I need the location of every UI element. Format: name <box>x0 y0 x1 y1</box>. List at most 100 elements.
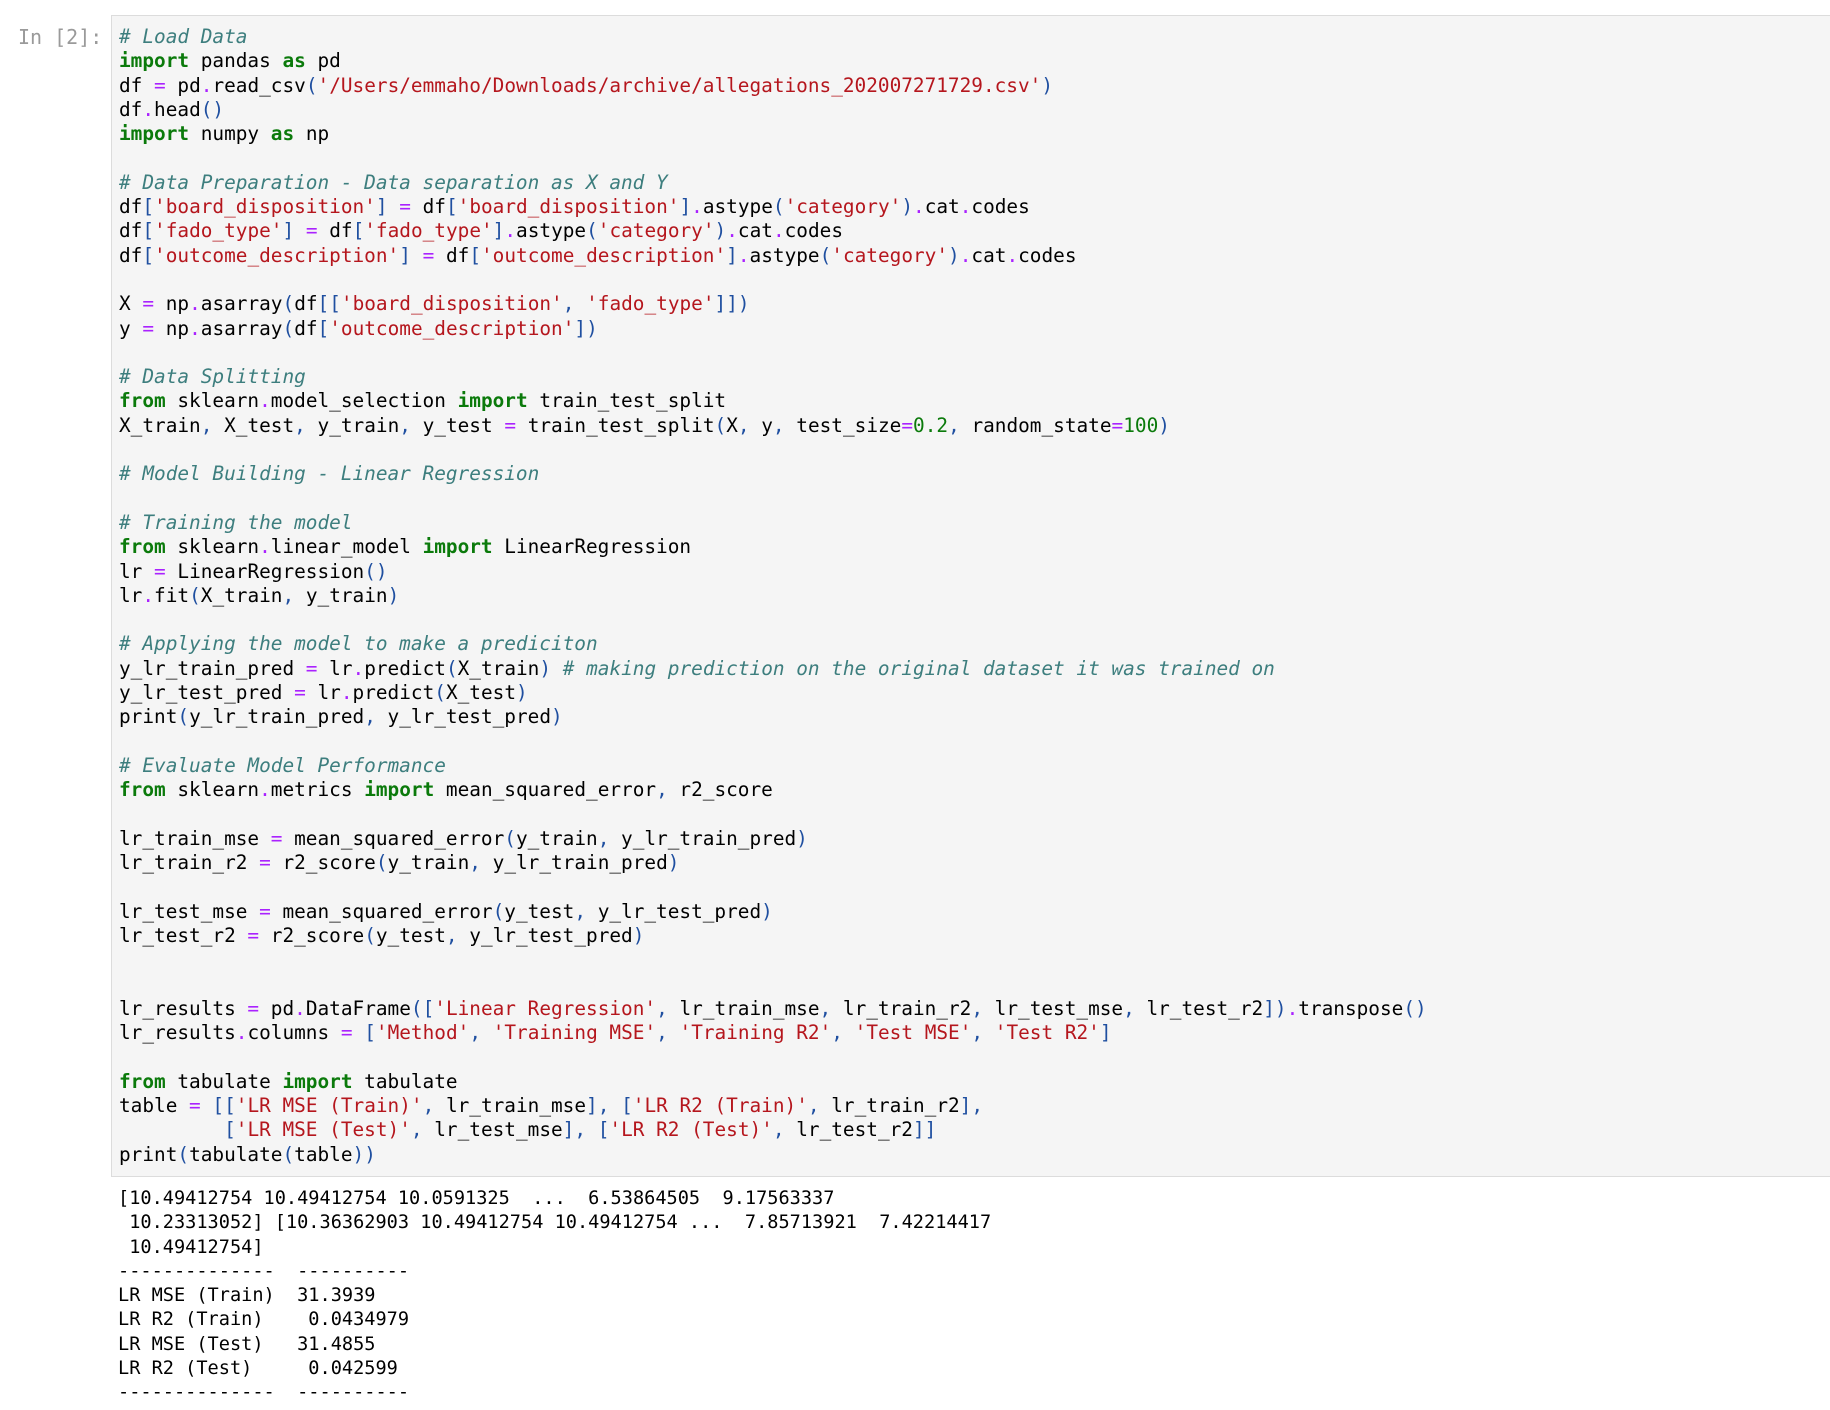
code-token: . <box>259 389 271 413</box>
code-line: lr_results = pd.DataFrame(['Linear Regre… <box>119 997 1427 1021</box>
code-token: ( <box>434 681 446 705</box>
code-token: . <box>340 681 353 705</box>
code-token: y_lr_test_pred <box>586 899 762 923</box>
code-token: y_train <box>515 826 598 850</box>
code-token: . <box>959 195 972 219</box>
code-line: # Evaluate Model Performance <box>119 754 1427 778</box>
code-line: X = np.asarray(df[['board_disposition', … <box>119 292 1427 316</box>
code-token: df <box>119 73 155 97</box>
code-token: ) <box>1041 73 1054 97</box>
code-token: codes <box>1018 243 1077 267</box>
code-token: 'board_disposition' <box>457 195 680 219</box>
output-line: -------------- ---------- <box>118 1382 410 1404</box>
code-token: metrics <box>270 778 365 802</box>
code-token: 0.2 <box>913 413 949 437</box>
code-token: 'LR MSE (Train)' <box>235 1094 423 1118</box>
code-token: y_test <box>375 923 446 947</box>
code-line: # Training the model <box>119 511 1427 535</box>
code-token: 'fado_type' <box>364 219 493 243</box>
code-line: table = [['LR MSE (Train)', lr_train_mse… <box>119 1094 1427 1118</box>
code-token: from <box>119 389 166 413</box>
code-token: asarray <box>200 292 283 316</box>
code-token: import <box>457 389 528 413</box>
code-token: . <box>294 996 306 1020</box>
code-token: = <box>189 1094 201 1118</box>
code-token: import <box>119 49 190 73</box>
code-line: df['outcome_description'] = df['outcome_… <box>119 244 1427 268</box>
code-token: [ <box>142 243 155 267</box>
code-token: = <box>1111 413 1124 437</box>
code-token: , <box>597 826 610 850</box>
code-token: . <box>189 292 201 316</box>
output-line: 10.23313052] [10.36362903 10.49412754 10… <box>118 1212 992 1234</box>
code-token: = <box>259 851 271 875</box>
code-editor[interactable]: # Load Data import pandas as pd df = pd.re… <box>119 25 1427 1167</box>
code-token: , <box>971 1021 984 1045</box>
code-token: ( <box>282 316 295 340</box>
code-token: [ <box>142 219 155 243</box>
code-token: ], <box>959 1094 984 1118</box>
code-token: lr_test_mse <box>422 1118 563 1142</box>
output-line: LR R2 (Train) 0.0434979 <box>118 1309 410 1331</box>
code-token: [ <box>469 243 481 267</box>
input-prompt: In [2]: <box>18 25 103 49</box>
code-token: , <box>656 778 668 802</box>
code-token: ) <box>796 826 808 850</box>
code-token: train_test_split <box>516 413 715 437</box>
code-token: r2_score <box>667 778 773 802</box>
code-token: ] <box>282 219 295 243</box>
code-token: ]) <box>1263 996 1287 1020</box>
code-token: ) <box>539 656 552 680</box>
code-token: ( <box>189 583 201 607</box>
code-token: 'category' <box>784 195 902 219</box>
code-line: lr_results.columns = ['Method', 'Trainin… <box>119 1021 1427 1045</box>
code-token: pd <box>165 73 201 97</box>
code-line: df.head() <box>119 98 1427 122</box>
code-token: linear_model <box>270 535 423 559</box>
code-token: , <box>971 996 983 1020</box>
code-token: = <box>142 316 155 340</box>
code-token: () <box>1403 996 1427 1020</box>
code-token: mean_squared_error <box>434 778 657 802</box>
code-token: transpose <box>1298 996 1404 1020</box>
code-token: from <box>119 778 166 802</box>
code-token: ( <box>492 899 505 923</box>
code-token: ) <box>516 681 528 705</box>
code-token: () <box>200 97 225 121</box>
code-token: = <box>270 826 283 850</box>
code-token: columns <box>247 1021 341 1045</box>
code-token: predict <box>364 656 446 680</box>
code-token: , <box>562 292 575 316</box>
code-token: lr <box>119 559 155 583</box>
code-token: 'fado_type' <box>586 292 715 316</box>
code-token: ], <box>562 1118 587 1142</box>
code-token: lr_train_r2 <box>831 996 972 1020</box>
code-token: ( <box>375 851 388 875</box>
code-token: X_test <box>445 681 516 705</box>
code-token: 'board_disposition' <box>340 292 563 316</box>
code-line: lr = LinearRegression() <box>119 560 1427 584</box>
code-token: , <box>422 1094 435 1118</box>
code-token: lr_test_mse <box>119 899 260 923</box>
code-token: ( <box>177 705 190 729</box>
code-line: lr.fit(X_train, y_train) <box>119 584 1427 608</box>
code-token: lr_train_r2 <box>819 1094 960 1118</box>
code-token: [[ <box>317 292 341 316</box>
code-token: from <box>119 535 166 559</box>
code-token: = <box>247 996 260 1020</box>
code-token: ] <box>375 195 388 219</box>
code-token: 'board_disposition' <box>154 195 376 219</box>
code-token: ] <box>399 243 411 267</box>
code-line: df['fado_type'] = df['fado_type'].astype… <box>119 219 1427 243</box>
code-token: 100 <box>1123 413 1159 437</box>
code-token: tabulate <box>165 1069 283 1093</box>
code-token: [ <box>352 219 365 243</box>
code-token: lr_train_r2 <box>119 851 260 875</box>
